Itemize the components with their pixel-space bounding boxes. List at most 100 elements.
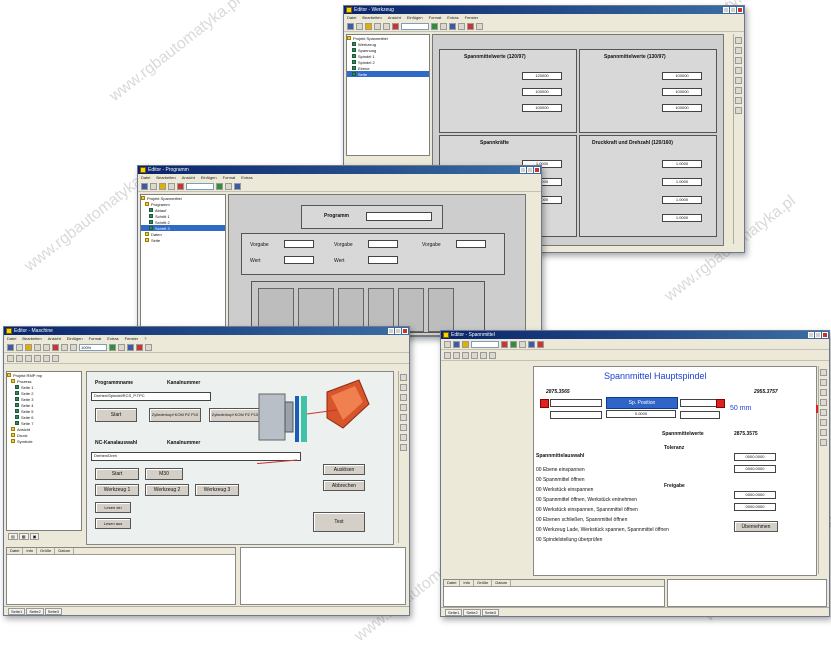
paste-icon[interactable] <box>501 340 508 348</box>
help-icon[interactable] <box>476 22 483 30</box>
copy-icon[interactable] <box>43 343 50 351</box>
small-field[interactable] <box>680 411 720 419</box>
small-field[interactable] <box>550 411 602 419</box>
slot[interactable] <box>428 288 454 332</box>
menu-item[interactable]: ? <box>144 336 146 341</box>
value-field[interactable] <box>456 240 486 248</box>
value-field[interactable]: 1.0000 <box>662 160 702 168</box>
tree-item[interactable]: Seite <box>347 71 429 77</box>
align-icon[interactable] <box>449 22 456 30</box>
frame-icon[interactable] <box>400 414 407 421</box>
open-icon[interactable] <box>453 340 460 348</box>
tab[interactable]: Seite2 <box>26 607 44 615</box>
save-icon[interactable] <box>462 340 469 348</box>
cut-icon[interactable] <box>374 22 381 30</box>
value-field[interactable]: 120000 <box>522 72 562 80</box>
value-field[interactable] <box>368 256 398 264</box>
zoom-select[interactable]: 100% <box>79 343 107 351</box>
m30-button[interactable]: M30 <box>145 468 183 480</box>
zoom-select[interactable] <box>186 182 214 190</box>
maximize-button[interactable] <box>527 167 533 173</box>
menu-item[interactable]: Format <box>89 336 102 341</box>
tree-item[interactable]: Symbole <box>7 438 81 444</box>
list-item[interactable]: 00 Ebene einspannen <box>536 467 585 473</box>
value-field[interactable]: 1.0000 <box>662 196 702 204</box>
werkzeug3-button[interactable]: Werkzeug 3 <box>195 484 239 496</box>
start-button[interactable]: Start <box>95 408 137 422</box>
button-icon[interactable] <box>400 404 407 411</box>
stop-icon[interactable] <box>136 343 143 351</box>
list-item[interactable]: 00 Spannmittel öffnen <box>536 477 585 483</box>
underline-icon[interactable] <box>462 351 469 359</box>
value-field[interactable]: 100000 <box>662 88 702 96</box>
maximize-button[interactable] <box>395 328 401 334</box>
button-icon[interactable] <box>735 67 742 74</box>
new-icon[interactable] <box>347 22 354 30</box>
center-align-icon[interactable] <box>480 351 487 359</box>
menu-item[interactable]: Extras <box>107 336 118 341</box>
stop-icon[interactable] <box>467 22 474 30</box>
open-icon[interactable] <box>150 182 157 190</box>
zylinderkopf-button-2[interactable]: Zylinderkopf KOM PZ P10 <box>209 408 261 422</box>
zylinderkopf-button-1[interactable]: Zylinderkopf KOM PZ P10 <box>149 408 201 422</box>
werkzeug1-button[interactable]: Werkzeug 1 <box>95 484 139 496</box>
list-item[interactable]: 00 Ebenen schließen, Spannmittel öffnen <box>536 517 627 523</box>
run-icon[interactable] <box>431 22 438 30</box>
close-button[interactable] <box>402 328 408 334</box>
zoom-select[interactable] <box>471 340 499 348</box>
menu-item[interactable]: Einfügen <box>407 15 423 20</box>
text-icon[interactable] <box>820 379 827 386</box>
open-icon[interactable] <box>356 22 363 30</box>
maximize-button[interactable] <box>730 7 736 13</box>
line-icon[interactable] <box>820 419 827 426</box>
grid-icon[interactable] <box>225 182 232 190</box>
paste-icon[interactable] <box>392 22 399 30</box>
tab[interactable]: ▣ <box>29 533 40 540</box>
save-icon[interactable] <box>25 343 32 351</box>
tab[interactable]: ▦ <box>18 533 29 540</box>
italic-icon[interactable] <box>16 354 23 362</box>
open-icon[interactable] <box>16 343 23 351</box>
run-icon[interactable] <box>510 340 517 348</box>
image-icon[interactable] <box>400 434 407 441</box>
paste-icon[interactable] <box>52 343 59 351</box>
menu-item[interactable]: Format <box>429 15 442 20</box>
toleranz-field[interactable]: 0000.0000 <box>734 465 776 473</box>
image-icon[interactable] <box>820 429 827 436</box>
cut-icon[interactable] <box>34 343 41 351</box>
list-icon[interactable] <box>820 439 827 446</box>
lesen-aus-button[interactable]: Lesen aus <box>95 518 131 529</box>
toleranz-field[interactable]: 0000.0000 <box>734 453 776 461</box>
lesen-ein-button[interactable]: Lesen ein <box>95 502 131 513</box>
tab[interactable]: ▤ <box>8 533 18 540</box>
underline-icon[interactable] <box>25 354 32 362</box>
minimize-button[interactable] <box>808 332 814 338</box>
value-field[interactable]: 100000 <box>522 88 562 96</box>
start2-button[interactable]: Start <box>95 468 139 480</box>
field-icon[interactable] <box>735 57 742 64</box>
paste-icon[interactable] <box>177 182 184 190</box>
button-icon[interactable] <box>820 399 827 406</box>
list-icon[interactable] <box>735 107 742 114</box>
new-icon[interactable] <box>7 343 14 351</box>
align-icon[interactable] <box>127 343 134 351</box>
minimize-button[interactable] <box>388 328 394 334</box>
help-icon[interactable] <box>145 343 152 351</box>
minimize-button[interactable] <box>723 7 729 13</box>
value-field[interactable]: 100000 <box>662 104 702 112</box>
new-icon[interactable] <box>444 340 451 348</box>
right-align-icon[interactable] <box>52 354 59 362</box>
image-icon[interactable] <box>735 97 742 104</box>
undo-icon[interactable] <box>61 343 68 351</box>
save-icon[interactable] <box>159 182 166 190</box>
copy-icon[interactable] <box>383 22 390 30</box>
minimize-button[interactable] <box>520 167 526 173</box>
frame-icon[interactable] <box>735 77 742 84</box>
programm-field[interactable] <box>366 212 432 221</box>
pointer-icon[interactable] <box>400 374 407 381</box>
small-field[interactable] <box>550 399 602 407</box>
menu-item[interactable]: Fenster <box>465 15 479 20</box>
right-align-icon[interactable] <box>489 351 496 359</box>
programm-path-field[interactable]: Drehen/Spindel/RCS_P.TPC <box>91 392 211 401</box>
menu-item[interactable]: Ansicht <box>48 336 61 341</box>
